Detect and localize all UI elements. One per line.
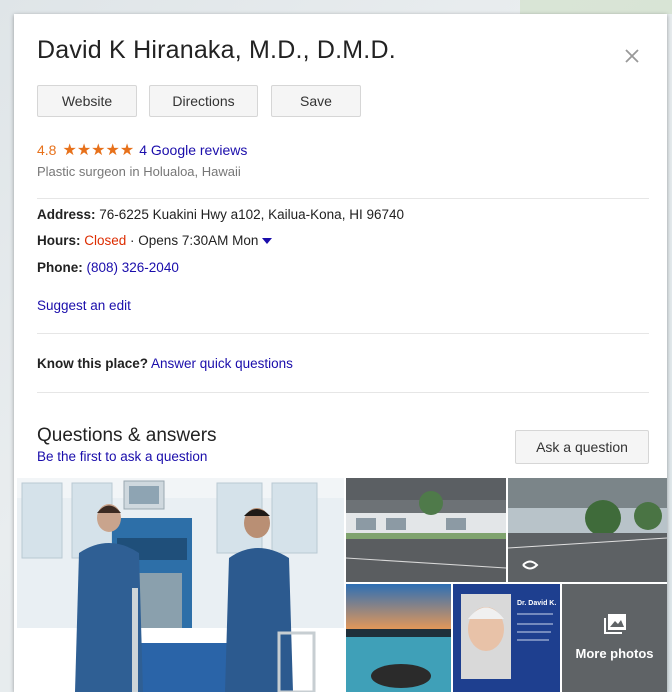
star-rating-icon: ★★★★★	[62, 142, 135, 159]
photo-doctor-card[interactable]: Dr. David K.	[453, 584, 560, 692]
know-label: Know this place?	[37, 356, 149, 371]
qa-title: Questions & answers	[37, 425, 217, 446]
street-view-icon	[522, 560, 539, 570]
photo-building-exterior[interactable]	[346, 478, 506, 582]
address-value[interactable]: 76-6225 Kuakini Hwy a102, Kailua-Kona, H…	[99, 207, 404, 222]
address-row: Address: 76-6225 Kuakini Hwy a102, Kailu…	[37, 207, 404, 222]
photo-clinic-interior[interactable]	[17, 478, 344, 692]
divider	[37, 392, 649, 393]
first-question-link[interactable]: Be the first to ask a question	[37, 449, 207, 464]
chevron-down-icon[interactable]	[262, 238, 273, 245]
more-photos-label: More photos	[575, 646, 654, 661]
hours-detail: · Opens 7:30AM Mon	[126, 233, 259, 248]
know-this-place: Know this place? Answer quick questions	[37, 356, 293, 371]
hours-label: Hours:	[37, 233, 81, 248]
divider	[37, 198, 649, 199]
suggest-edit-link[interactable]: Suggest an edit	[37, 298, 131, 313]
rating-value: 4.8	[37, 142, 57, 158]
map-road	[520, 0, 672, 14]
answer-questions-link[interactable]: Answer quick questions	[151, 356, 293, 371]
doctor-card-text: Dr. David K.	[517, 600, 557, 607]
close-icon[interactable]	[620, 44, 644, 68]
hours-status: Closed	[84, 233, 127, 248]
rating-row: 4.8 ★★★★★ 4 Google reviews	[37, 140, 247, 160]
place-title: David K Hiranaka, M.D., D.M.D.	[37, 36, 396, 64]
photo-street-view[interactable]	[508, 478, 667, 582]
landscape-image	[346, 584, 451, 692]
directions-button[interactable]: Directions	[149, 85, 258, 117]
divider	[37, 333, 649, 334]
place-card: David K Hiranaka, M.D., D.M.D. Website D…	[14, 14, 667, 692]
photo-library-icon	[604, 614, 626, 634]
phone-link[interactable]: (808) 326-2040	[87, 260, 179, 275]
reviews-link[interactable]: 4 Google reviews	[139, 142, 247, 158]
ask-question-button[interactable]: Ask a question	[515, 430, 649, 464]
address-label: Address:	[37, 207, 96, 222]
building-exterior-image	[346, 478, 506, 582]
place-category: Plastic surgeon in Holualoa, Hawaii	[37, 164, 241, 179]
photo-landscape[interactable]	[346, 584, 451, 692]
phone-label: Phone:	[37, 260, 83, 275]
more-photos-tile[interactable]: More photos	[562, 584, 667, 692]
hours-row: Hours: Closed · Opens 7:30AM Mon	[37, 233, 273, 248]
save-button[interactable]: Save	[271, 85, 361, 117]
website-button[interactable]: Website	[37, 85, 137, 117]
phone-row: Phone: (808) 326-2040	[37, 260, 179, 275]
clinic-interior-image	[17, 478, 344, 692]
